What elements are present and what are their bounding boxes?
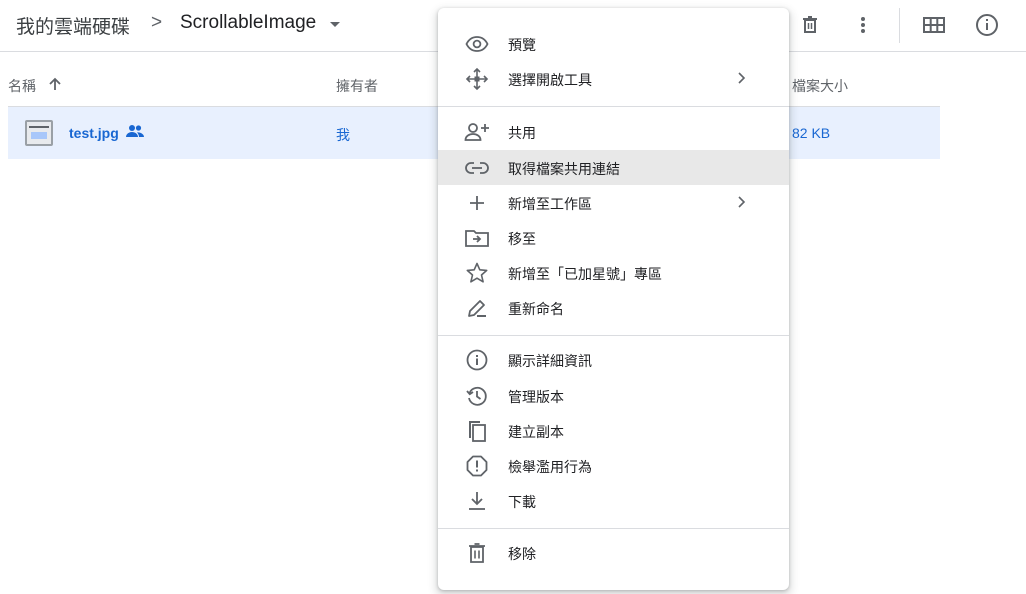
shared-people-icon [126,124,144,143]
link-icon [464,155,490,181]
drive-page: 我的雲端硬碟 > ScrollableImage 名稱 擁有者 檔案大小 tes… [0,0,1026,594]
menu-item-label: 下載 [508,494,536,510]
menu-item-label: 檢舉濫用行為 [508,459,592,475]
menu-item-download[interactable]: 下載 [438,483,789,518]
menu-item-preview[interactable]: 預覽 [438,26,789,61]
menu-item-move-to[interactable]: 移至 [438,220,789,255]
chevron-right-icon [736,68,748,93]
breadcrumb-root[interactable]: 我的雲端硬碟 [16,12,130,39]
menu-item-label: 顯示詳細資訊 [508,353,592,369]
file-name[interactable]: test.jpg [69,125,119,141]
menu-item-label: 移除 [508,546,536,562]
person-add-icon [464,119,490,145]
menu-item-get-link[interactable]: 取得檔案共用連結 [438,150,789,185]
breadcrumb-separator: > [151,12,163,33]
report-icon [464,453,490,479]
breadcrumb-current-folder[interactable]: ScrollableImage [180,12,316,34]
menu-item-label: 共用 [508,125,536,141]
history-icon [464,383,490,409]
menu-item-rename[interactable]: 重新命名 [438,290,789,325]
column-header-name[interactable]: 名稱 [8,76,36,96]
menu-item-report-abuse[interactable]: 檢舉濫用行為 [438,448,789,483]
context-menu: 預覽 選擇開啟工具 共用 取得檔案共用連結 新增至工作區 移至 新增至「已加星號… [438,8,789,590]
column-header-owner[interactable]: 擁有者 [336,76,378,96]
trash-icon[interactable] [797,12,823,38]
menu-item-remove[interactable]: 移除 [438,535,789,570]
pencil-icon [464,295,490,321]
menu-item-add-star[interactable]: 新增至「已加星號」專區 [438,255,789,290]
image-file-icon [25,120,53,146]
menu-divider [438,528,789,529]
menu-item-add-to-workspace[interactable]: 新增至工作區 [438,185,789,220]
file-size: 82 KB [792,125,831,141]
column-header-size[interactable]: 檔案大小 [792,76,848,96]
menu-item-label: 新增至「已加星號」專區 [508,266,662,282]
menu-item-label: 重新命名 [508,301,564,317]
menu-item-open-with[interactable]: 選擇開啟工具 [438,61,789,96]
menu-item-label: 移至 [508,231,536,247]
chevron-right-icon [736,192,748,217]
menu-item-label: 建立副本 [508,424,564,440]
eye-icon [464,31,490,57]
copy-icon [464,418,490,444]
menu-divider [438,335,789,336]
info-icon [464,347,490,373]
plus-icon [464,190,490,216]
menu-item-label: 選擇開啟工具 [508,72,592,88]
menu-item-details[interactable]: 顯示詳細資訊 [438,342,789,377]
folder-move-icon [464,225,490,251]
menu-item-share[interactable]: 共用 [438,114,789,149]
trash-icon [464,540,490,566]
arrow-up-icon[interactable] [47,76,63,97]
move-arrows-icon [464,66,490,92]
file-owner: 我 [336,127,350,143]
menu-item-make-copy[interactable]: 建立副本 [438,413,789,448]
download-icon [464,488,490,514]
menu-item-label: 取得檔案共用連結 [508,161,620,177]
menu-item-label: 預覽 [508,37,536,53]
menu-item-label: 管理版本 [508,389,564,405]
toolbar-divider [899,8,900,43]
star-icon [464,260,490,286]
folder-menu-caret-icon[interactable] [330,22,340,27]
menu-item-manage-versions[interactable]: 管理版本 [438,378,789,413]
menu-divider [438,106,789,107]
grid-view-icon[interactable] [921,12,947,38]
menu-item-label: 新增至工作區 [508,196,592,212]
info-icon[interactable] [974,12,1000,38]
more-vert-icon[interactable] [850,12,876,38]
